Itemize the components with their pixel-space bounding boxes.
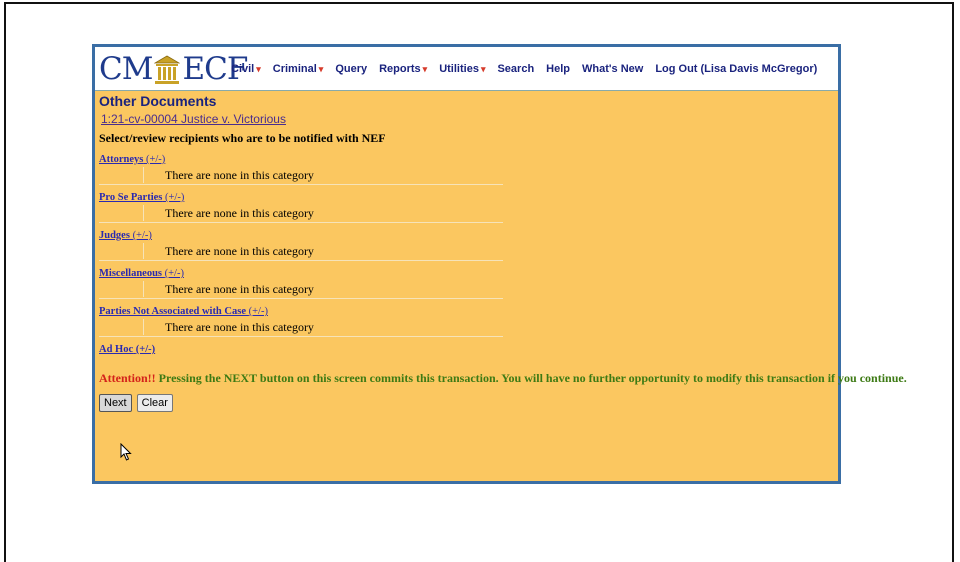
- cmecf-window: CM ECF Civil ▾ Criminal ▾ Query Reports ▾ Utili…: [92, 44, 907, 484]
- attention-warning: Attention!! Pressing the NEXT button on …: [99, 371, 907, 386]
- empty-cell: [99, 205, 144, 221]
- menu-item-label: Help: [546, 63, 571, 75]
- section-toggle: (+/-): [132, 230, 152, 241]
- dropdown-caret-icon: ▾: [480, 64, 486, 74]
- recipient-section: Attorneys (+/-) There are none in this ca…: [99, 153, 834, 185]
- main-menu: Civil ▾ Criminal ▾ Query Reports ▾ Utilities ▾ Se…: [231, 63, 829, 75]
- menu-item-label: Query: [335, 63, 368, 75]
- section-toggle: (+/-): [165, 192, 185, 203]
- menu-item-what-s-new[interactable]: What's New: [582, 63, 643, 75]
- empty-category-text: There are none in this category: [165, 320, 314, 334]
- section-row: There are none in this category: [99, 167, 834, 185]
- menu-item-reports[interactable]: Reports ▾: [379, 63, 427, 75]
- row-divider: [99, 184, 503, 185]
- empty-cell: [99, 319, 144, 335]
- section-row: There are none in this category: [99, 281, 834, 299]
- empty-cell: [99, 243, 144, 259]
- cmecf-logo[interactable]: CM ECF: [99, 50, 248, 88]
- section-row: There are none in this category: [99, 205, 834, 223]
- recipient-section: Parties Not Associated with Case (+/-) Th…: [99, 305, 834, 337]
- section-toggle: (+/-): [248, 306, 268, 317]
- logo-text-left: CM: [99, 51, 153, 87]
- form-buttons: Next Clear: [99, 394, 834, 412]
- menu-item-utilities[interactable]: Utilities ▾: [439, 63, 485, 75]
- section-name: Parties Not Associated with Case: [99, 306, 246, 317]
- section-toggle: (+/-): [164, 268, 184, 279]
- section-row: There are none in this category: [99, 243, 834, 261]
- menu-item-label: Utilities: [439, 63, 479, 75]
- menu-item-label: Civil: [231, 63, 255, 75]
- section-name: Judges: [99, 230, 130, 241]
- adhoc-section-toggle[interactable]: Ad Hoc (+/-): [99, 343, 834, 357]
- courthouse-pillar-icon: [154, 54, 181, 84]
- next-button[interactable]: Next: [99, 394, 132, 412]
- menu-item-search[interactable]: Search: [497, 63, 534, 75]
- page-title: Other Documents: [99, 93, 217, 109]
- recipient-section: Pro Se Parties (+/-) There are none in th…: [99, 191, 834, 223]
- mouse-pointer-icon: [120, 442, 132, 466]
- clear-button[interactable]: Clear: [136, 394, 173, 412]
- recipient-sections: Attorneys (+/-) There are none in this ca…: [99, 153, 834, 337]
- recipient-section: Judges (+/-) There are none in this categ…: [99, 229, 834, 261]
- attention-label: Attention!!: [99, 371, 156, 385]
- section-name: Pro Se Parties: [99, 192, 163, 203]
- menu-item-label: Log Out (Lisa Davis McGregor): [655, 63, 818, 75]
- menu-item-criminal[interactable]: Criminal ▾: [273, 63, 324, 75]
- row-divider: [99, 298, 503, 299]
- row-divider: [99, 260, 503, 261]
- row-divider: [99, 336, 503, 337]
- section-toggle-link[interactable]: Attorneys (+/-): [99, 153, 834, 167]
- recipient-section: Miscellaneous (+/-) There are none in thi…: [99, 267, 834, 299]
- adhoc-toggle: (+/-): [135, 344, 156, 355]
- menu-item-civil[interactable]: Civil ▾: [231, 63, 261, 75]
- dropdown-caret-icon: ▾: [318, 64, 324, 74]
- section-toggle-link[interactable]: Judges (+/-): [99, 229, 834, 243]
- menu-item-label: Search: [497, 63, 535, 75]
- row-divider: [99, 222, 503, 223]
- menu-item-label: Criminal: [272, 63, 317, 75]
- dropdown-caret-icon: ▾: [256, 64, 261, 74]
- empty-category-text: There are none in this category: [165, 282, 314, 296]
- empty-cell: [99, 281, 144, 297]
- empty-category-text: There are none in this category: [165, 244, 314, 258]
- top-navigation-bar: CM ECF Civil ▾ Criminal ▾ Query Reports ▾ Utili…: [95, 47, 838, 91]
- dropdown-caret-icon: ▾: [422, 64, 428, 74]
- menu-item-label: Reports: [379, 63, 421, 75]
- section-toggle: (+/-): [145, 154, 166, 165]
- empty-category-text: There are none in this category: [165, 168, 314, 182]
- menu-item-help[interactable]: Help: [546, 63, 570, 75]
- main-content: Other Documents 1:21-cv-00004 Justice v.…: [99, 93, 907, 412]
- section-row: There are none in this category: [99, 319, 834, 337]
- menu-item-label: What's New: [582, 63, 644, 75]
- section-toggle-link[interactable]: Parties Not Associated with Case (+/-): [99, 305, 834, 319]
- section-name: Attorneys: [99, 154, 144, 165]
- menu-item-log-out-lisa-davis-mcgregor[interactable]: Log Out (Lisa Davis McGregor): [655, 63, 817, 75]
- menu-item-query[interactable]: Query: [335, 63, 367, 75]
- section-toggle-link[interactable]: Pro Se Parties (+/-): [99, 191, 834, 205]
- nef-instruction: Select/review recipients who are to be n…: [99, 131, 386, 145]
- empty-cell: [99, 167, 144, 183]
- case-number-link[interactable]: 1:21-cv-00004 Justice v. Victorious: [101, 110, 834, 128]
- section-toggle-link[interactable]: Miscellaneous (+/-): [99, 267, 834, 281]
- adhoc-label: Ad Hoc: [99, 344, 134, 355]
- attention-message: Pressing the NEXT button on this screen …: [155, 371, 907, 385]
- empty-category-text: There are none in this category: [165, 206, 314, 220]
- section-name: Miscellaneous: [99, 268, 162, 279]
